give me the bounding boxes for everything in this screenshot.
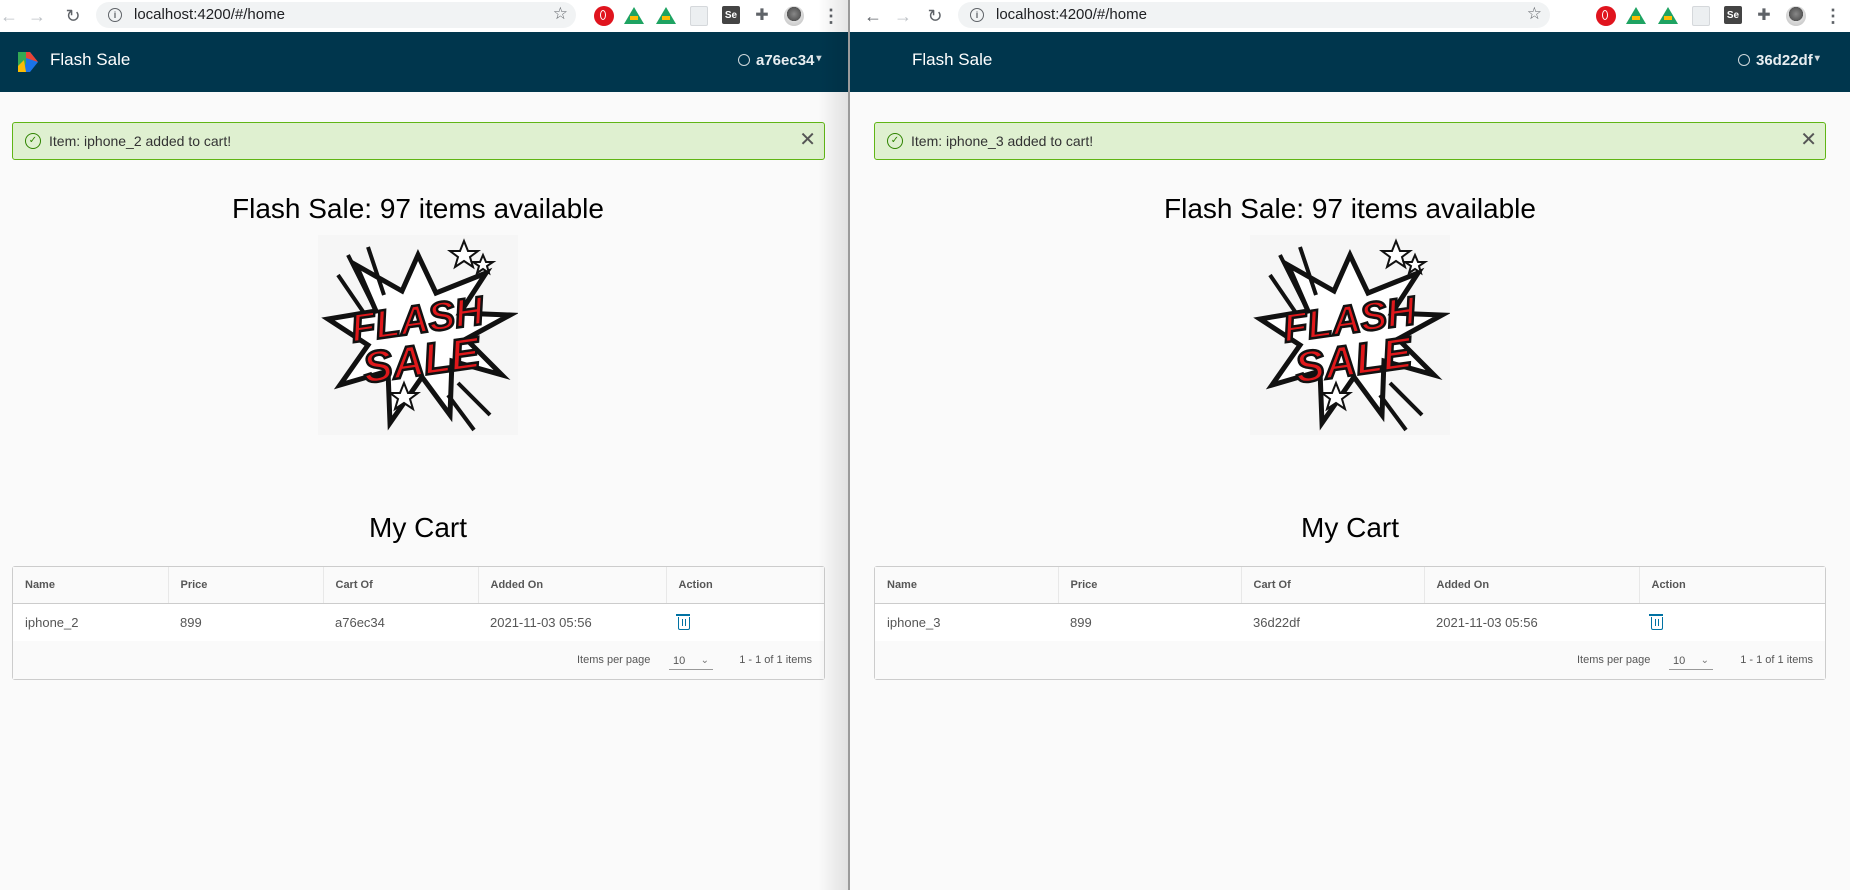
chevron-down-icon: ⌄	[1700, 655, 1709, 666]
extensions-puzzle-icon[interactable]: ✚	[752, 6, 772, 26]
chrome-menu-icon[interactable]: ⋮	[1824, 6, 1842, 26]
column-header-price[interactable]: Price	[1058, 567, 1242, 604]
back-arrow-icon[interactable]: ←	[0, 3, 22, 29]
column-header-name[interactable]: Name	[13, 567, 169, 604]
close-icon[interactable]: ✕	[1800, 129, 1817, 151]
bookmark-star-icon[interactable]: ☆	[553, 4, 568, 24]
address-bar[interactable]: i localhost:4200/#/home ☆	[958, 2, 1550, 28]
address-bar[interactable]: i localhost:4200/#/home ☆	[96, 2, 576, 28]
site-info-icon[interactable]: i	[970, 8, 984, 22]
column-header-action[interactable]: Action	[666, 567, 824, 604]
flash-sale-image: FLASH SALE	[318, 235, 518, 435]
cell-action	[666, 603, 824, 642]
column-header-cart-of[interactable]: Cart Of	[1241, 567, 1425, 604]
back-arrow-icon[interactable]: ←	[860, 3, 886, 29]
cart-datagrid: Name Price Cart Of Added On Action iphon…	[874, 566, 1826, 680]
chevron-down-icon: ⌄	[700, 655, 709, 666]
alert-message: Item: iphone_3 added to cart!	[911, 133, 1094, 149]
trash-icon[interactable]	[676, 614, 690, 631]
blank-extension-icon[interactable]	[1692, 6, 1710, 26]
pagination-range: 1 - 1 of 1 items	[1740, 654, 1813, 666]
forward-arrow-icon[interactable]: →	[24, 3, 50, 29]
username: a76ec34	[756, 52, 815, 69]
cell-cart-of: a76ec34	[323, 603, 478, 642]
items-per-page-label: Items per page	[1577, 654, 1651, 666]
flash-sale-image: FLASH SALE	[1250, 235, 1450, 435]
datagrid-footer: Items per page 10 ⌄ 1 - 1 of 1 items	[875, 641, 1825, 679]
user-menu[interactable]: a76ec34 ▾	[738, 52, 821, 69]
forward-arrow-icon[interactable]: →	[890, 3, 916, 29]
google-drive-icon[interactable]	[624, 7, 644, 24]
site-info-icon[interactable]: i	[108, 8, 122, 22]
browser-toolbar: ← → ↻ i localhost:4200/#/home ☆ Se ✚ ⋮	[850, 0, 1850, 32]
chevron-down-icon: ▾	[816, 53, 822, 64]
chevron-down-icon: ▾	[1814, 53, 1820, 64]
column-header-cart-of[interactable]: Cart Of	[323, 567, 479, 604]
table-row: iphone_3 899 36d22df 2021-11-03 05:56	[875, 603, 1825, 642]
success-alert: ✓ Item: iphone_3 added to cart! ✕	[874, 122, 1826, 160]
bookmark-star-icon[interactable]: ☆	[1527, 4, 1542, 24]
items-per-page-value: 10	[1673, 655, 1686, 667]
browser-window-right: ← → ↻ i localhost:4200/#/home ☆ Se ✚ ⋮ F…	[850, 0, 1850, 890]
items-per-page-label: Items per page	[577, 654, 651, 666]
profile-avatar-icon[interactable]	[784, 6, 804, 26]
cell-name: iphone_3	[875, 603, 1058, 642]
profile-avatar-icon[interactable]	[1786, 6, 1806, 26]
cell-added-on: 2021-11-03 05:56	[1424, 603, 1639, 642]
column-header-added-on[interactable]: Added On	[478, 567, 667, 604]
app-brand[interactable]: Flash Sale	[50, 50, 130, 70]
reload-icon[interactable]: ↻	[60, 3, 86, 29]
cell-price: 899	[1058, 603, 1241, 642]
blank-extension-icon[interactable]	[690, 6, 708, 26]
app-logo-icon[interactable]	[14, 48, 42, 76]
sale-heading: Flash Sale: 97 items available	[232, 193, 604, 224]
opera-extension-icon[interactable]	[1596, 6, 1616, 26]
selenium-icon[interactable]: Se	[722, 6, 740, 24]
username: 36d22df	[1756, 52, 1813, 69]
items-per-page-select[interactable]: 10 ⌄	[669, 650, 713, 670]
pagination-range: 1 - 1 of 1 items	[739, 654, 812, 666]
app-brand[interactable]: Flash Sale	[912, 50, 992, 70]
cell-cart-of: 36d22df	[1241, 603, 1424, 642]
sale-heading: Flash Sale: 97 items available	[1164, 193, 1536, 224]
datagrid-footer: Items per page 10 ⌄ 1 - 1 of 1 items	[13, 641, 824, 679]
cell-price: 899	[168, 603, 323, 642]
cell-name: iphone_2	[13, 603, 168, 642]
items-per-page-select[interactable]: 10 ⌄	[1669, 650, 1713, 670]
chrome-menu-icon[interactable]: ⋮	[822, 6, 840, 26]
cell-added-on: 2021-11-03 05:56	[478, 603, 666, 642]
url-text: localhost:4200/#/home	[134, 6, 285, 23]
column-header-action[interactable]: Action	[1639, 567, 1825, 604]
user-icon	[1738, 54, 1750, 66]
cart-datagrid: Name Price Cart Of Added On Action iphon…	[12, 566, 825, 680]
cell-action	[1639, 603, 1825, 642]
user-icon	[738, 54, 750, 66]
app-header: Flash Sale 36d22df ▾	[850, 32, 1850, 92]
trash-icon[interactable]	[1649, 614, 1663, 631]
column-header-added-on[interactable]: Added On	[1424, 567, 1640, 604]
cart-heading: My Cart	[369, 512, 467, 543]
close-icon[interactable]: ✕	[799, 129, 816, 151]
browser-toolbar: ← → ↻ i localhost:4200/#/home ☆ Se ✚ ⋮	[0, 0, 848, 32]
google-drive-icon[interactable]	[1658, 7, 1678, 24]
items-per-page-value: 10	[673, 655, 686, 667]
table-row: iphone_2 899 a76ec34 2021-11-03 05:56	[13, 603, 824, 642]
extensions-puzzle-icon[interactable]: ✚	[1754, 6, 1774, 26]
selenium-icon[interactable]: Se	[1724, 6, 1742, 24]
success-alert: ✓ Item: iphone_2 added to cart! ✕	[12, 122, 825, 160]
reload-icon[interactable]: ↻	[922, 3, 948, 29]
url-text: localhost:4200/#/home	[996, 6, 1147, 23]
app-header: Flash Sale a76ec34 ▾	[0, 32, 848, 92]
success-check-icon: ✓	[887, 133, 903, 149]
cart-heading: My Cart	[1301, 512, 1399, 543]
google-drive-icon[interactable]	[1626, 7, 1646, 24]
alert-message: Item: iphone_2 added to cart!	[49, 133, 232, 149]
browser-window-left: ← → ↻ i localhost:4200/#/home ☆ Se ✚ ⋮ F…	[0, 0, 848, 890]
success-check-icon: ✓	[25, 133, 41, 149]
google-drive-icon[interactable]	[656, 7, 676, 24]
user-menu[interactable]: 36d22df ▾	[1738, 52, 1820, 69]
opera-extension-icon[interactable]	[594, 6, 614, 26]
column-header-price[interactable]: Price	[168, 567, 324, 604]
column-header-name[interactable]: Name	[875, 567, 1059, 604]
